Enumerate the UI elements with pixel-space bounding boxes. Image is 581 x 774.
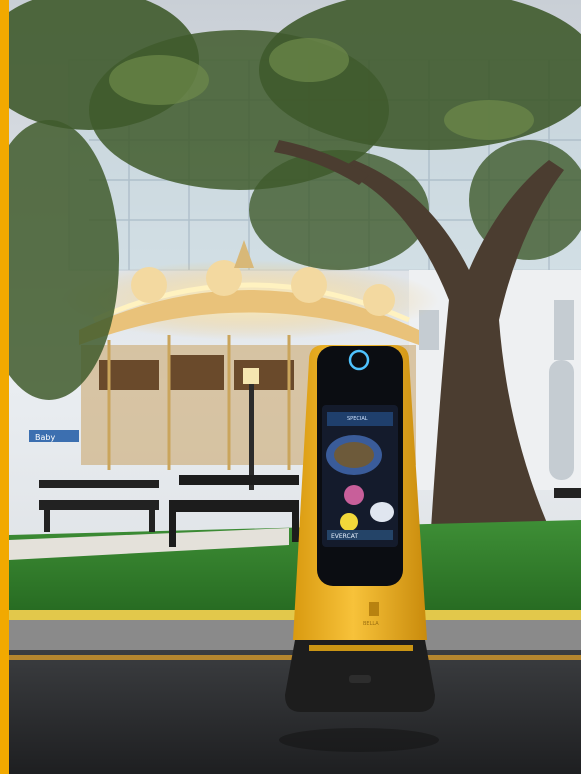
scene: EVERCAT SPECIAL BELLA Baby (9, 0, 581, 774)
photo-frame: EVERCAT SPECIAL BELLA Baby (0, 0, 581, 774)
mall-robot-photo: EVERCAT SPECIAL BELLA Baby (9, 0, 581, 774)
yellow-border (0, 0, 9, 774)
robot-screen-header: SPECIAL (347, 416, 368, 422)
robot-reflection (279, 728, 439, 752)
carousel-sign-text: Baby (35, 433, 55, 442)
carousel-sign: Baby (29, 430, 79, 442)
robot-screen (322, 405, 398, 547)
bench-far-right (554, 488, 581, 498)
robot-logo-mark (369, 602, 379, 616)
robot-logo-text: BELLA (363, 621, 379, 627)
robot-screen-label: EVERCAT (331, 533, 358, 540)
